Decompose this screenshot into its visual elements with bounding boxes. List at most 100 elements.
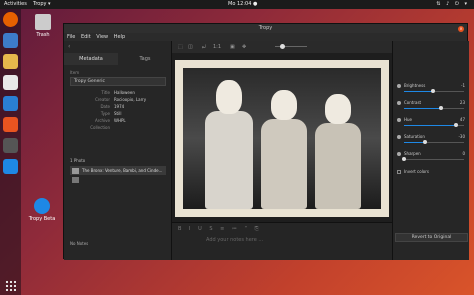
field-value[interactable]: WHPL [114,118,126,124]
rotate-icon[interactable]: ⤾ [202,41,206,53]
field-collection[interactable]: Collection [70,125,170,131]
field-type[interactable]: Type Still [70,111,170,117]
photo-list-item-2[interactable] [70,176,166,184]
settings-icon[interactable] [3,138,18,153]
mask-face [271,90,297,120]
adjustment-value: 23 [459,100,465,105]
editor-toolbar[interactable]: B I U S ≡ ≔ “ ⎘ [178,226,262,232]
photo-frame [175,60,389,217]
menu-edit[interactable]: Edit [81,34,91,40]
halloween-photo[interactable] [183,68,381,209]
invert-colors-toggle[interactable]: Invert colors [397,169,429,174]
tab-tags[interactable]: Tags [118,53,172,65]
field-archive[interactable]: Archive WHPL [70,118,170,124]
activities-button[interactable]: Activities [4,0,27,9]
field-title[interactable]: Title Halloween [70,90,170,96]
photo-thumbnail [72,177,79,183]
show-apps-icon[interactable] [5,280,16,291]
hue-icon [397,118,401,122]
tropy-beta-icon [34,198,50,214]
brightness-adjustment[interactable]: Brightness -1 [397,83,467,97]
window-title: Tropy [258,25,273,31]
contrast-adjustment[interactable]: Contrast 23 [397,100,467,114]
slider-knob[interactable] [453,123,458,127]
slider-fill [404,91,434,92]
sharpen-adjustment[interactable]: Sharpen 0 [397,151,467,165]
field-key: Date [100,104,110,109]
close-icon[interactable]: × [458,26,464,32]
photo-viewer: ⬚ ◫ ⤾ 1:1 ▣ ✥ B I U S ≡ ≔ “ ⎘ Add your n… [172,41,392,260]
metadata-panel: ‹ Metadata Tags Item Tropy Generic Title… [64,41,172,260]
menu-help[interactable]: Help [114,34,125,40]
field-value[interactable]: Rocioopio, Larry [114,97,146,103]
notes-placeholder[interactable]: Add your notes here ... [206,237,263,243]
contrast-slider[interactable] [404,106,464,110]
menu-view[interactable]: View [96,34,108,40]
dock [0,9,21,295]
hue-adjustment[interactable]: Hue 47 [397,117,467,131]
slider-knob[interactable] [423,140,427,144]
app-menu[interactable]: Tropy ▾ [33,0,51,9]
brightness-slider[interactable] [404,89,464,93]
firefox-icon[interactable] [3,12,18,27]
slider-fill [404,108,442,109]
photo-list-item[interactable]: The Bronx: Venture, Bambi, and Cinde... [70,166,166,175]
photo-caption: The Bronx: Venture, Bambi, and Cinde... [82,168,163,173]
slider-knob[interactable] [439,106,444,110]
invert-label: Invert colors [404,169,429,174]
brightness-icon [397,84,401,88]
field-key: Type [100,111,110,116]
writer-icon[interactable] [3,96,18,111]
zoom-slider[interactable] [275,44,307,49]
crop-tool-icon[interactable]: ◫ [188,41,193,53]
notes-editor[interactable]: B I U S ≡ ≔ “ ⎘ Add your notes here ... [172,222,392,260]
field-value[interactable]: Still [114,111,121,117]
slider-fill [404,142,425,143]
actual-size-icon[interactable]: 1:1 [213,41,221,53]
viewer-toolbar: ⬚ ◫ ⤾ 1:1 ▣ ✥ [172,41,392,53]
software-icon[interactable] [3,117,18,132]
trash-desktop-item[interactable]: Trash [28,14,58,38]
saturation-adjustment[interactable]: Saturation -30 [397,134,467,148]
invert-checkbox[interactable] [397,170,401,174]
adjustment-label: Sharpen [404,151,421,156]
music-icon[interactable] [3,75,18,90]
slider-fill [404,125,456,126]
tropy-icon[interactable] [3,159,18,174]
menu-file[interactable]: File [67,34,75,40]
adjustment-value: -1 [461,83,465,88]
system-tray[interactable]: ⇅ ♪ ⏻ ▾ [436,0,469,9]
field-value[interactable]: Halloween [114,90,135,96]
tropy-desktop-item[interactable]: Tropy Beta [24,198,60,222]
pan-icon[interactable]: ✥ [242,41,246,53]
field-creator[interactable]: Creator Rocioopio, Larry [70,97,170,103]
top-bar: Activities Tropy ▾ Mo 12:04 ● ⇅ ♪ ⏻ ▾ [0,0,474,9]
template-select[interactable]: Tropy Generic [70,77,166,86]
mail-icon[interactable] [3,33,18,48]
zoom-knob[interactable] [280,44,285,49]
contrast-icon [397,101,401,105]
saturation-slider[interactable] [404,140,464,144]
tab-metadata[interactable]: Metadata [64,53,118,65]
slider-knob[interactable] [431,89,436,93]
field-date[interactable]: Date 1974 [70,104,170,110]
trash-label: Trash [36,32,50,38]
fit-icon[interactable]: ▣ [230,41,235,53]
hue-slider[interactable] [404,123,464,127]
field-value[interactable]: 1974 [114,104,124,110]
menu-bar: File Edit View Help [64,33,467,41]
slider-knob[interactable] [402,157,406,161]
photos-header: 1 Photo [70,158,86,163]
back-icon[interactable]: ‹ [68,43,70,50]
window-titlebar[interactable]: Tropy × [64,24,467,33]
tropy-label: Tropy Beta [28,216,56,222]
select-tool-icon[interactable]: ⬚ [178,41,183,53]
revert-button[interactable]: Revert to Original [395,233,468,242]
sharpen-slider[interactable] [402,157,464,161]
saturation-icon [397,135,401,139]
section-label: Item [70,70,80,75]
clock[interactable]: Mo 12:04 ● [228,0,257,9]
notes-header: No Notes [70,241,89,246]
adjustment-label: Saturation [404,134,425,139]
files-icon[interactable] [3,54,18,69]
